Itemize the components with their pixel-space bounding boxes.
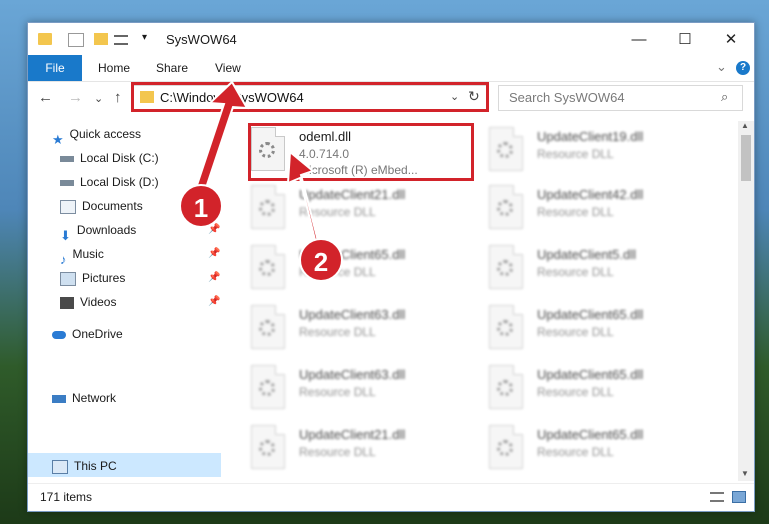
arrow-2 bbox=[286, 149, 320, 247]
step-badge-2: 2 bbox=[299, 238, 343, 282]
step-badge-1: 1 bbox=[179, 184, 223, 228]
arrow-1 bbox=[194, 80, 249, 193]
annotation-overlay bbox=[194, 80, 320, 247]
